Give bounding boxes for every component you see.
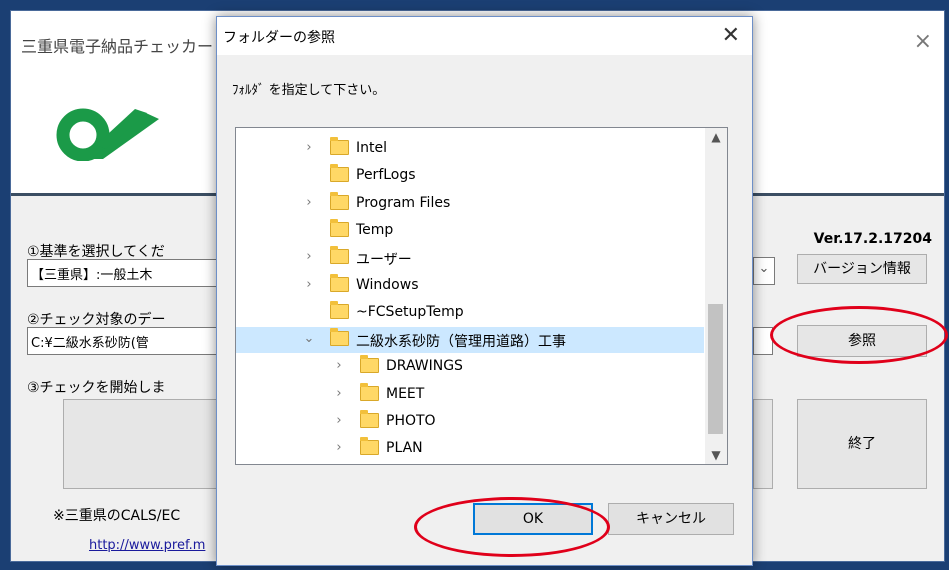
folder-icon [360,437,379,456]
scroll-thumb[interactable] [708,304,723,434]
folder-browse-dialog: フォルダーの参照 ✕ ﾌｫﾙﾀﾞ を指定して下さい。 › Intel PerfLog… [216,16,753,566]
tree-item[interactable]: ~FCSetupTemp [236,300,704,326]
tree-item[interactable]: ⌄ 二級水系砂防（管理用道路）工事 [236,327,704,354]
tree-item-label: PerfLogs [356,167,416,184]
tree-item-label: PLAN [386,440,423,457]
tree-item[interactable]: › DRAWINGS [236,354,704,380]
tree-item-label: MEET [386,385,425,402]
chevron-right-icon[interactable]: › [332,358,346,373]
scroll-up-icon[interactable]: ▲ [705,130,727,144]
mie-prefecture-logo [56,108,159,161]
step2-label: ②チェック対象のデー [27,312,166,328]
tree-item-label: ユーザー [356,252,412,269]
chevron-right-icon[interactable]: › [332,440,346,455]
tree-item-label: PHOTO [386,413,436,429]
main-window-title: 三重県電子納品チェッカー [21,37,214,56]
folder-icon [330,246,349,265]
browse-button[interactable]: 参照 [797,325,927,357]
tree-item[interactable]: › ユーザー [236,245,704,271]
folder-icon [330,300,349,319]
folder-icon [330,273,349,292]
main-close-icon[interactable]: × [914,29,932,54]
chevron-right-icon[interactable]: › [302,195,316,210]
dialog-title: フォルダーの参照 [223,30,335,46]
tree-item-label: Temp [356,221,394,238]
chevron-down-icon[interactable]: ⌄ [753,257,775,285]
folder-icon [360,355,379,374]
tree-item[interactable]: Temp [236,218,704,244]
standard-select[interactable]: 【三重県】:一般土木 [27,259,227,287]
ok-button[interactable]: OK [473,503,593,535]
start-check-button[interactable] [63,399,223,489]
target-path-field[interactable]: C:¥二級水系砂防(管 [27,327,227,355]
dialog-instruction: ﾌｫﾙﾀﾞ を指定して下さい。 [232,83,386,98]
scroll-down-icon[interactable]: ▼ [705,448,727,462]
version-label: Ver.17.2.17204 [813,231,932,247]
tree-item[interactable]: PerfLogs [236,163,704,189]
chevron-down-icon[interactable]: ⌄ [302,331,316,346]
tree-item-label: DRAWINGS [386,358,463,375]
tree-item-label: ~FCSetupTemp [356,303,464,320]
folder-icon [330,218,349,237]
chevron-right-icon[interactable]: › [332,413,346,428]
folder-icon [330,137,349,155]
tree-item[interactable]: › Program Files [236,191,704,217]
tree-item-label: Program Files [356,194,451,211]
tree-item[interactable]: › PLAN [236,436,704,462]
tree-item[interactable]: › Intel [236,136,704,162]
target-path-field-end [753,327,773,355]
exit-button[interactable]: 終了 [797,399,927,489]
close-icon[interactable]: ✕ [722,23,740,48]
step1-label: ①基準を選択してくだ [27,244,165,260]
folder-icon [360,410,379,428]
chevron-right-icon[interactable]: › [332,386,346,401]
folder-icon [360,382,379,401]
prefecture-link[interactable]: http://www.pref.m [89,538,205,553]
folder-icon [330,191,349,210]
cals-note: ※三重県のCALS/EC [53,508,181,524]
version-info-button[interactable]: バージョン情報 [797,254,927,284]
tree-item-label: 二級水系砂防（管理用道路）工事 [356,334,566,351]
chevron-right-icon[interactable]: › [302,277,316,292]
tree-item-label: Windows [356,276,419,293]
tree-scrollbar[interactable]: ▲ ▼ [705,128,727,464]
tree-item[interactable]: › Windows [236,273,704,299]
chevron-right-icon[interactable]: › [302,140,316,155]
dialog-title-bar: フォルダーの参照 ✕ [217,17,752,55]
tree-item[interactable]: › PHOTO [236,409,704,435]
start-check-button-edge [753,399,773,489]
tree-item-label: Intel [356,140,387,156]
step3-label: ③チェックを開始しま [27,380,166,396]
tree-item[interactable]: › MEET [236,382,704,408]
folder-tree[interactable]: › Intel PerfLogs › Program Files Temp › ユーザー › Wi… [235,127,728,465]
cancel-button[interactable]: キャンセル [608,503,734,535]
chevron-right-icon[interactable]: › [302,249,316,264]
folder-icon [330,164,349,183]
folder-icon [330,328,349,347]
